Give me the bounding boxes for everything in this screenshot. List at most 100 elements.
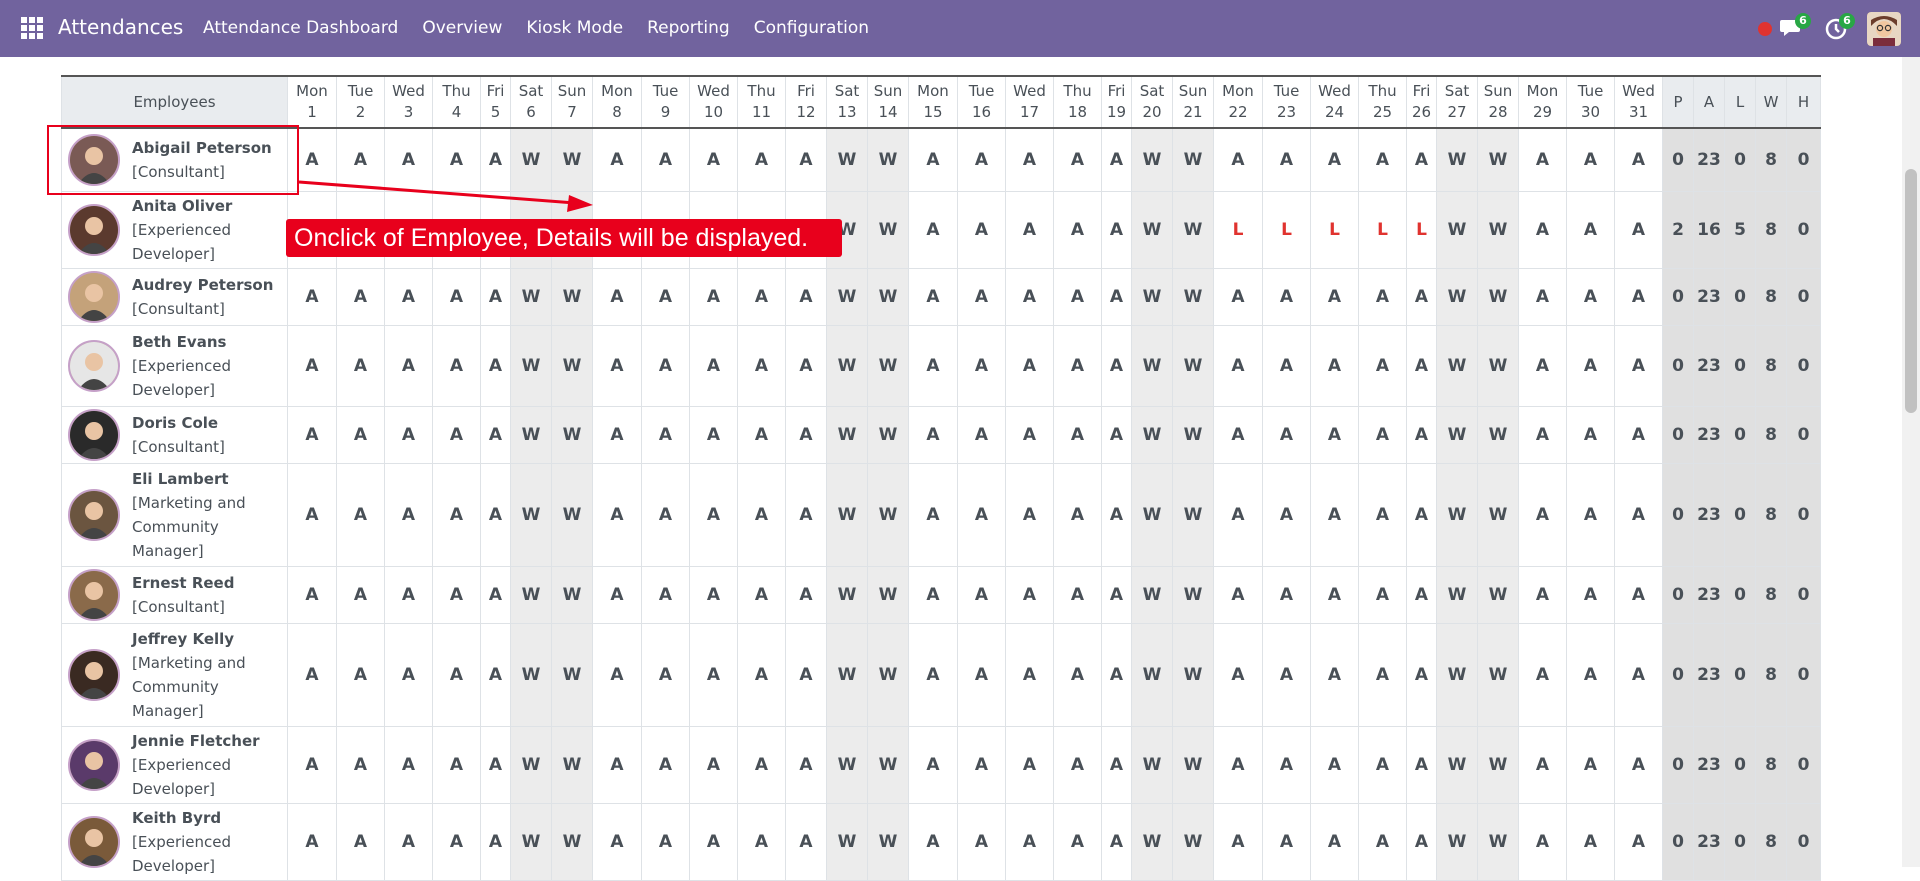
employee-cell[interactable]: Keith Byrd [Experienced Developer] xyxy=(61,802,288,881)
table-row[interactable]: Jennie Fletcher [Experienced Developer] A A A… xyxy=(61,725,1821,804)
employee-name[interactable]: Beth Evans xyxy=(132,330,231,354)
summary-cell: 8 xyxy=(1755,565,1787,624)
app-brand[interactable]: Attendances xyxy=(58,15,183,39)
attendance-cell: A xyxy=(336,405,385,464)
employee-cell[interactable]: Audrey Peterson [Consultant] xyxy=(61,267,288,326)
attendance-cell: A xyxy=(592,127,642,192)
attendance-cell: A xyxy=(1262,462,1311,567)
attendance-cell: A xyxy=(1614,802,1663,881)
employee-cell[interactable]: Beth Evans [Experienced Developer] xyxy=(61,324,288,407)
employee-name[interactable]: Ernest Reed xyxy=(132,571,234,595)
employee-name[interactable]: Doris Cole xyxy=(132,411,225,435)
table-row[interactable]: Keith Byrd [Experienced Developer] A A A A A W W A… xyxy=(61,802,1821,881)
employee-text: Jennie Fletcher [Experienced Developer] xyxy=(132,729,260,801)
attendance-cell: A xyxy=(592,802,642,881)
attendance-cell: A xyxy=(336,462,385,567)
attendance-cell: A xyxy=(641,802,690,881)
user-avatar[interactable] xyxy=(1867,12,1901,46)
attendance-cell: W xyxy=(867,725,909,804)
employee-info[interactable]: Audrey Peterson [Consultant] xyxy=(62,270,287,323)
summary-cell: 0 xyxy=(1662,725,1694,804)
attendance-cell: A xyxy=(689,127,738,192)
employees-column-header[interactable]: Employees xyxy=(61,75,288,129)
attendance-cell: A xyxy=(1358,622,1407,727)
attendance-cell: A xyxy=(908,190,958,269)
employee-cell[interactable]: Ernest Reed [Consultant] xyxy=(61,565,288,624)
menu-kiosk-mode[interactable]: Kiosk Mode xyxy=(526,18,623,38)
day-column-header: Fri 26 xyxy=(1406,75,1437,129)
employee-text: Anita Oliver [Experienced Developer] xyxy=(132,194,232,266)
table-row[interactable]: Doris Cole [Consultant] A A A A A W W A A A A A W W A A A A… xyxy=(61,405,1821,464)
employee-info[interactable]: Eli Lambert [Marketing and Community Manage… xyxy=(62,467,287,563)
summary-cell: 0 xyxy=(1662,127,1694,192)
table-row[interactable]: Jeffrey Kelly [Marketing and Community Mana… xyxy=(61,622,1821,727)
employee-name[interactable]: Eli Lambert xyxy=(132,467,246,491)
employee-info[interactable]: Jeffrey Kelly [Marketing and Community Mana… xyxy=(62,627,287,723)
employee-cell[interactable]: Eli Lambert [Marketing and Community Manage… xyxy=(61,462,288,567)
employee-info[interactable]: Anita Oliver [Experienced Developer] xyxy=(62,194,287,266)
employee-info[interactable]: Doris Cole [Consultant] xyxy=(62,408,287,461)
attendance-cell: L xyxy=(1262,190,1311,269)
recording-dot-icon[interactable] xyxy=(1758,22,1772,36)
attendance-cell: A xyxy=(384,405,433,464)
page-scrollbar[interactable] xyxy=(1902,57,1920,867)
summary-cell: 0 xyxy=(1662,622,1694,727)
attendance-cell: A xyxy=(1310,462,1359,567)
attendance-cell: W xyxy=(1477,405,1519,464)
attendance-cell: A xyxy=(737,802,786,881)
employee-info[interactable]: Ernest Reed [Consultant] xyxy=(62,568,287,621)
attendance-cell: A xyxy=(1053,324,1102,407)
employee-name[interactable]: Jennie Fletcher xyxy=(132,729,260,753)
attendance-cell: A xyxy=(1518,324,1567,407)
attendance-cell: W xyxy=(867,190,909,269)
attendance-cell: A xyxy=(592,725,642,804)
employee-info[interactable]: Beth Evans [Experienced Developer] xyxy=(62,330,287,402)
table-row[interactable]: Eli Lambert [Marketing and Community Manage… xyxy=(61,462,1821,567)
attendance-cell: A xyxy=(1566,267,1615,326)
day-name: Thu xyxy=(1063,82,1092,100)
app-grid-icon[interactable] xyxy=(21,17,43,39)
summary-cell: 0 xyxy=(1786,565,1821,624)
menu-attendance-dashboard[interactable]: Attendance Dashboard xyxy=(203,18,398,38)
table-row[interactable]: Ernest Reed [Consultant] A A A A A W W A A A A A W W A A A… xyxy=(61,565,1821,624)
summary-cell: 23 xyxy=(1693,622,1725,727)
employee-cell[interactable]: Anita Oliver [Experienced Developer] xyxy=(61,190,288,269)
employee-cell[interactable]: Doris Cole [Consultant] xyxy=(61,405,288,464)
attendance-cell: W xyxy=(1477,267,1519,326)
table-row[interactable]: Beth Evans [Experienced Developer] A A A A A W W A… xyxy=(61,324,1821,407)
table-row[interactable]: Audrey Peterson [Consultant] A A A A A W W A A A A A W… xyxy=(61,267,1821,326)
summary-cell: 8 xyxy=(1755,324,1787,407)
attendance-cell: W xyxy=(867,565,909,624)
employee-name[interactable]: Audrey Peterson xyxy=(132,273,273,297)
attendance-cell: A xyxy=(1213,622,1263,727)
attendance-cell: W xyxy=(1172,725,1214,804)
day-number: 28 xyxy=(1488,103,1508,121)
employee-name[interactable]: Keith Byrd xyxy=(132,806,231,830)
attendance-cell: A xyxy=(1614,324,1663,407)
attendance-cell: A xyxy=(957,190,1006,269)
attendance-cell: A xyxy=(1310,127,1359,192)
scrollbar-thumb[interactable] xyxy=(1905,169,1917,413)
menu-overview[interactable]: Overview xyxy=(422,18,502,38)
attendance-cell: A xyxy=(1310,725,1359,804)
attendance-cell: W xyxy=(510,462,552,567)
attendance-cell: A xyxy=(432,622,481,727)
attendance-cell: W xyxy=(1131,267,1173,326)
employee-avatar xyxy=(68,203,120,256)
employee-cell[interactable]: Jennie Fletcher [Experienced Developer] xyxy=(61,725,288,804)
attendance-cell: A xyxy=(1053,565,1102,624)
employee-info[interactable]: Jennie Fletcher [Experienced Developer] xyxy=(62,729,287,801)
attendance-cell: A xyxy=(1053,267,1102,326)
attendance-cell: A xyxy=(1101,267,1132,326)
employee-name[interactable]: Jeffrey Kelly xyxy=(132,627,246,651)
employee-cell[interactable]: Jeffrey Kelly [Marketing and Community Mana… xyxy=(61,622,288,727)
employee-role: [Consultant] xyxy=(132,299,225,318)
attendance-cell: A xyxy=(737,565,786,624)
menu-configuration[interactable]: Configuration xyxy=(754,18,869,38)
day-column-header: Sat 20 xyxy=(1131,75,1173,129)
menu-reporting[interactable]: Reporting xyxy=(647,18,730,38)
employee-name[interactable]: Anita Oliver xyxy=(132,194,232,218)
attendance-cell: A xyxy=(908,462,958,567)
attendance-cell: W xyxy=(551,725,593,804)
attendance-cell: A xyxy=(1566,127,1615,192)
